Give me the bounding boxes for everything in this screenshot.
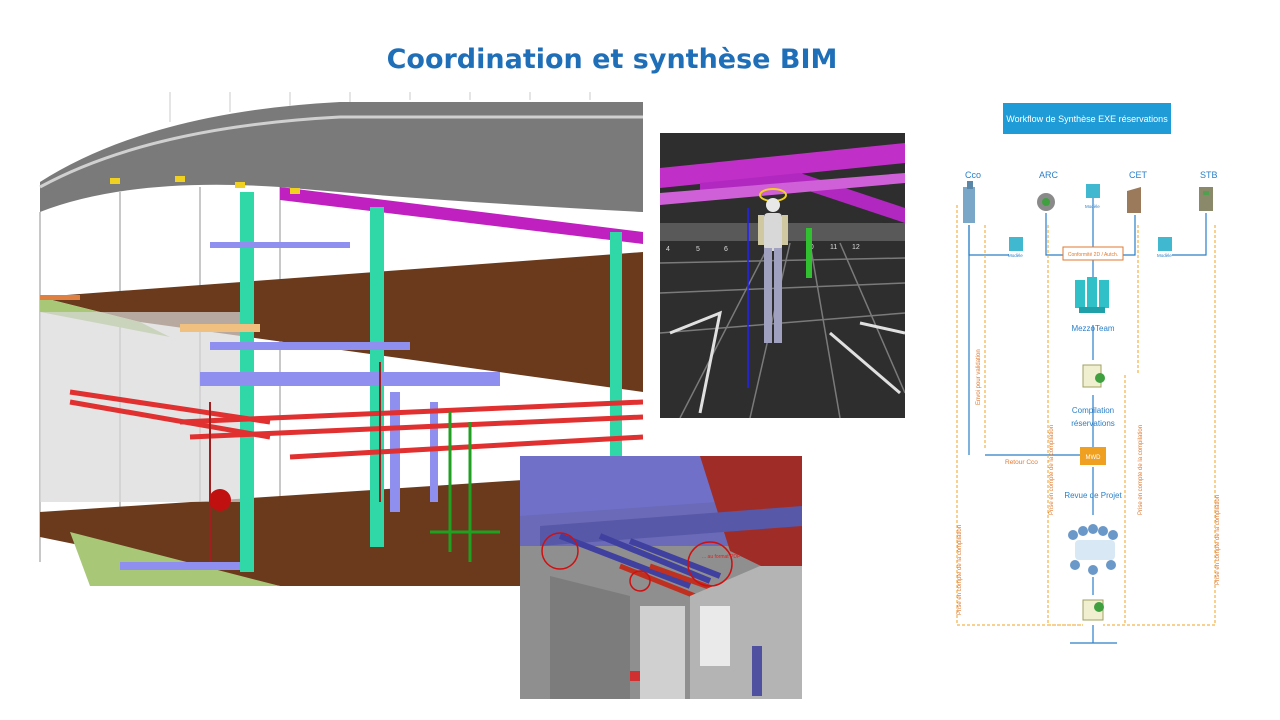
mezzoteam-label: MezzoTeam: [1071, 324, 1114, 333]
corridor-annotation: ... au format PDF: [702, 554, 740, 560]
model-cube-icon: [1158, 237, 1172, 251]
document-user-icon: [1082, 364, 1105, 388]
grid-label: 4: [666, 246, 670, 253]
model-label: Modèle: [1008, 253, 1023, 258]
model-cube-icon: [1086, 184, 1100, 198]
bim-corridor-view: ... au format PDF: [520, 456, 802, 699]
meeting-icon: [1068, 524, 1118, 575]
gear-icon: [1037, 193, 1055, 211]
actor-cco: Cco: [965, 170, 981, 180]
workflow-diagram: Workflow de Synthèse EXE réservations Cc…: [945, 95, 1235, 655]
workflow-header: Workflow de Synthèse EXE réservations: [1006, 114, 1168, 124]
actor-arc: ARC: [1039, 170, 1059, 180]
compilation-label: réservations: [1071, 419, 1115, 428]
actor-stb: STB: [1200, 170, 1218, 180]
compilation-label: Compilation: [1072, 406, 1114, 415]
mwd-label: MWD: [1086, 455, 1102, 461]
revue-label: Revue de Projet: [1064, 491, 1122, 500]
actor-cet: CET: [1129, 170, 1148, 180]
prise-label: Prise en compte de la compilation: [957, 525, 963, 615]
grid-label: 6: [724, 246, 728, 253]
building-icon: [963, 181, 975, 223]
server-icon: [1075, 277, 1109, 313]
office-icon: [1199, 187, 1213, 211]
envoi-label: Envoi pour validation: [976, 349, 982, 405]
slide-title: Coordination et synthèse BIM: [386, 44, 838, 75]
grid-label: 5: [696, 246, 700, 253]
prise-label: Prise en compte de la compilation: [1049, 425, 1055, 515]
prise-label: Prise en compte de la compilation: [1215, 495, 1221, 585]
model-cube-icon: [1009, 237, 1023, 251]
prise-label: Prise en compte de la compilation: [1138, 425, 1144, 515]
grid-label: 11: [830, 244, 837, 251]
bim-avatar-view: 4 5 6 10 11 12: [660, 133, 905, 418]
model-label: Modèle: [1157, 253, 1172, 258]
factory-icon: [1127, 187, 1141, 213]
conformity-box: Conformité 2D / Autch.: [1068, 252, 1118, 258]
retour-label: Retour Cco: [1005, 459, 1038, 466]
validation-icon: [1082, 599, 1104, 621]
grid-label: 12: [852, 244, 860, 251]
